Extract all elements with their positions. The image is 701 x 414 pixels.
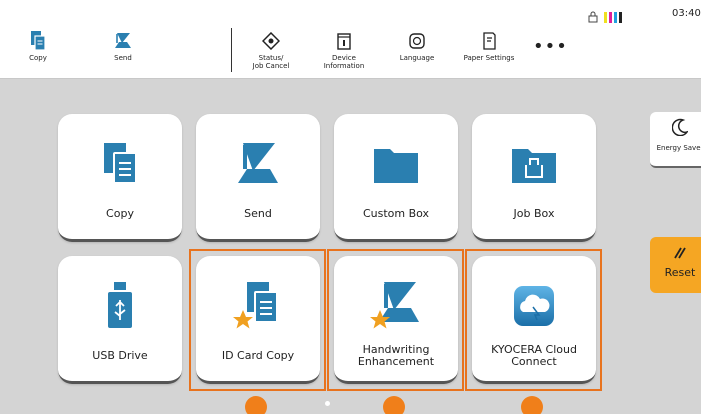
magenta-toner-icon [609,12,612,23]
copy-icon [90,134,150,194]
copy-tile-label: Copy [106,207,134,220]
moon-icon [671,118,689,140]
custom-box-tile-label: Custom Box [362,207,430,220]
callout-marker-1 [245,396,267,414]
paper-settings-icon [478,30,500,52]
folder-icon [366,134,426,194]
callout-marker-3 [521,396,543,414]
cyan-toner-icon [614,12,617,23]
usb-drive-tile[interactable]: USB Drive [58,256,182,384]
send-icon [112,30,134,52]
language-label: Language [399,54,435,62]
status-job-cancel-button[interactable]: Status/ Job Cancel [248,0,294,79]
device-info-icon [333,30,355,52]
reset-label: Reset [664,266,696,279]
secure-icon [588,8,598,27]
id-card-copy-highlight [189,249,326,391]
language-icon [406,30,428,52]
send-tile[interactable]: Send [196,114,320,242]
paper-settings-label: Paper Settings [463,54,515,62]
reset-button[interactable]: Reset [650,237,701,293]
language-button[interactable]: Language [393,0,441,79]
usb-drive-icon [90,276,150,336]
copy-shortcut[interactable]: Copy [18,0,58,79]
send-shortcut-label: Send [114,54,132,62]
paper-settings-button[interactable]: Paper Settings [458,0,520,79]
status-indicators [588,8,622,27]
callout-marker-2 [383,396,405,414]
top-bar: Copy Send Status/ Job Cancel Device Info… [0,0,701,79]
kyocera-cloud-connect-highlight [465,249,602,391]
send-icon [228,134,288,194]
send-tile-label: Send [244,207,272,220]
handwriting-enhancement-highlight [327,249,464,391]
black-toner-icon [619,12,622,23]
job-box-tile-label: Job Box [513,207,555,220]
energy-saver-button[interactable]: Energy Saver [650,112,701,168]
clock: 03:40 [672,8,701,19]
page-indicator-dot[interactable] [325,401,330,406]
device-information-button[interactable]: Device Information [316,0,372,79]
copy-tile[interactable]: Copy [58,114,182,242]
device-information-label: Device Information [323,54,365,70]
custom-box-tile[interactable]: Custom Box [334,114,458,242]
yellow-toner-icon [604,12,607,23]
copy-shortcut-label: Copy [29,54,47,62]
copy-icon [27,30,49,52]
job-box-tile[interactable]: Job Box [472,114,596,242]
reset-icon [673,245,687,264]
job-box-folder-icon [504,134,564,194]
topbar-divider [231,28,232,72]
send-shortcut[interactable]: Send [103,0,143,79]
status-job-cancel-label: Status/ Job Cancel [252,54,290,70]
usb-drive-tile-label: USB Drive [92,349,148,362]
more-menu-button[interactable]: ••• [533,38,568,56]
status-icon [260,30,282,52]
energy-saver-label: Energy Saver [656,144,701,152]
